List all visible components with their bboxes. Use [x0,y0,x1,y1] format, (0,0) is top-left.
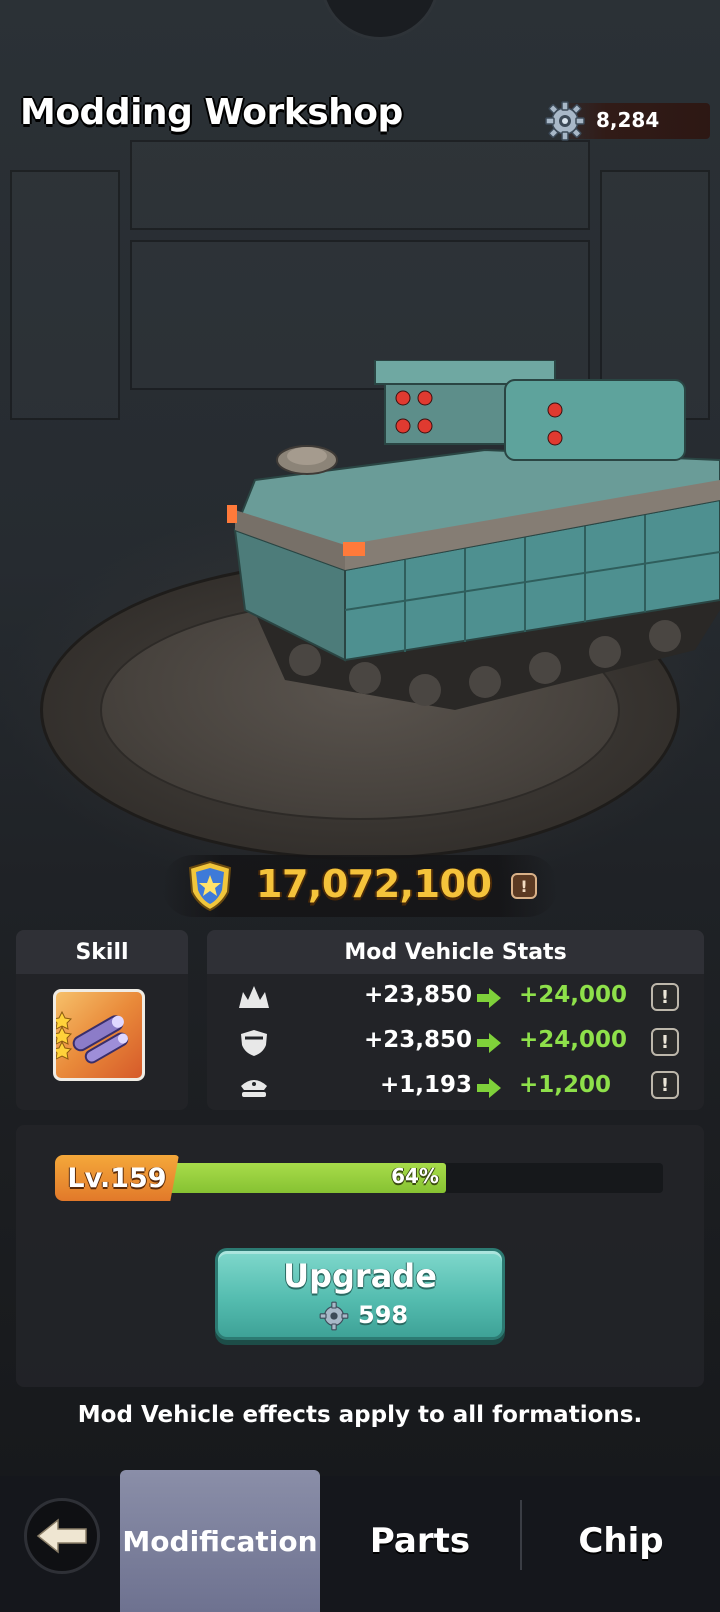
stat-next: +24,000 [519,1027,628,1053]
power-value: 17,072,100 [256,862,492,906]
stat-row-attack: +23,850 +24,000 ! [207,978,704,1018]
upgrade-label: Upgrade [283,1257,437,1295]
arrow-right-icon [477,1078,501,1098]
arrow-right-icon [477,988,501,1008]
attack-icon [239,986,269,1008]
star-icon [56,1025,73,1045]
stats-panel-title: Mod Vehicle Stats [207,930,704,974]
stat-info-button[interactable]: ! [651,1071,679,1099]
hp-icon [241,1080,267,1097]
tab-modification[interactable]: Modification [120,1470,320,1612]
arrow-right-icon [477,1033,501,1053]
stat-next: +1,200 [519,1072,612,1098]
upgrade-button[interactable]: Upgrade 598 [215,1248,505,1340]
stat-row-hp: +1,193 +1,200 ! [207,1068,704,1108]
level-percent: 64% [391,1164,439,1188]
star-icon [56,1040,73,1060]
tab-chip[interactable]: Chip [522,1470,720,1612]
page-title: Modding Workshop [20,92,403,133]
defense-icon [241,1030,267,1056]
upgrade-cost: 598 [358,1301,409,1329]
wall-panel-top [130,140,590,230]
currency-value: 8,284 [596,108,660,132]
stat-next: +24,000 [519,982,628,1008]
level-label: Lv.159 [67,1162,167,1194]
stat-info-button[interactable]: ! [651,1028,679,1056]
gear-icon [545,101,585,141]
stat-current: +23,850 [363,982,472,1008]
stat-row-defense: +23,850 +24,000 ! [207,1023,704,1063]
stat-current: +1,193 [379,1072,472,1098]
stat-info-button[interactable]: ! [651,983,679,1011]
skill-art [56,1010,129,1064]
footnote-text: Mod Vehicle effects apply to all formati… [77,1402,643,1428]
tab-parts[interactable]: Parts [320,1470,520,1612]
skill-panel-title: Skill [16,930,188,974]
wall-panel-left [10,170,120,420]
vehicle-model[interactable] [225,360,720,740]
star-icon [56,1010,73,1030]
missile-skill-icon[interactable] [53,989,145,1081]
stat-current: +23,850 [363,1027,472,1053]
stats-panel: Mod Vehicle Stats +23,850 +24,000 ! +23,… [207,930,704,1110]
gear-icon [319,1301,349,1331]
back-arrow-icon [36,1518,87,1554]
level-badge: Lv.159 [55,1155,179,1201]
back-button[interactable] [24,1498,100,1574]
skill-panel: Skill [16,930,188,1110]
power-info-button[interactable]: ! [511,873,537,899]
shield-star-icon [188,860,232,912]
